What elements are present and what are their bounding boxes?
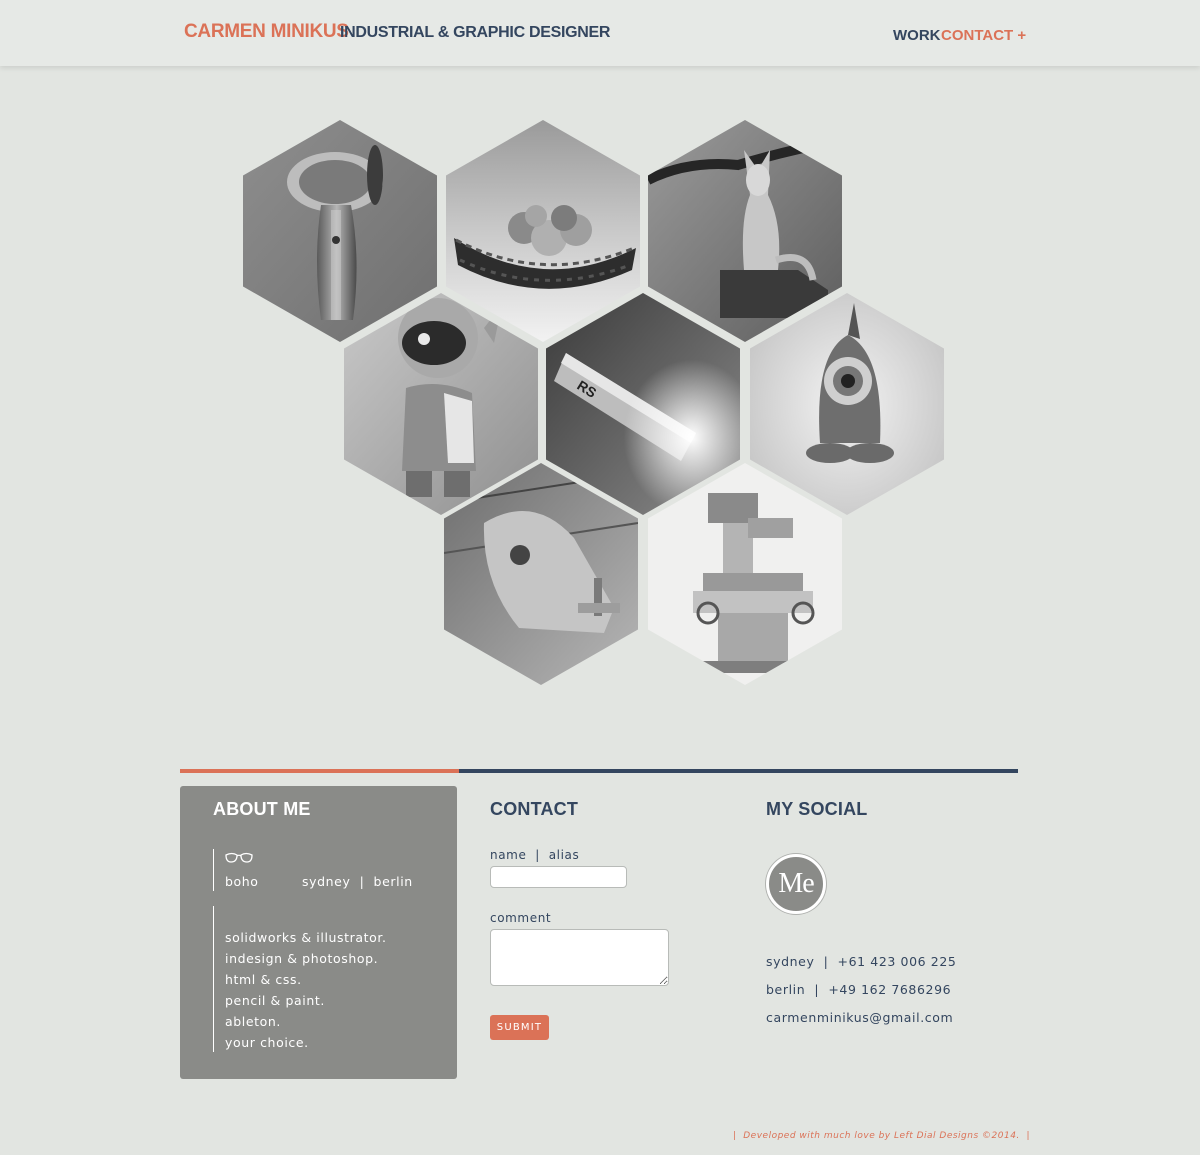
- fruit-bowl-image: [446, 120, 640, 342]
- nav-contact-link[interactable]: CONTACT +: [941, 27, 1026, 44]
- name-label: name | alias: [490, 848, 580, 862]
- sydney-phone: sydney | +61 423 006 225: [766, 954, 957, 969]
- skill-item: solidworks & illustrator.: [225, 930, 387, 945]
- about-panel: ABOUT ME boho sydney | berlin solidworks…: [180, 786, 457, 1079]
- portfolio-item-cyclops-figure[interactable]: [750, 293, 944, 515]
- hand-dryer-image: [243, 120, 437, 342]
- footer-credit: | Developed with much love by Left Dial …: [733, 1131, 1031, 1141]
- about-rule-top: [213, 849, 214, 891]
- comment-label: comment: [490, 911, 552, 925]
- email-link[interactable]: carmenminikus@gmail.com: [766, 1010, 953, 1025]
- divider-accent: [180, 769, 459, 773]
- submit-button[interactable]: SUBMIT: [490, 1015, 549, 1040]
- skill-item: indesign & photoshop.: [225, 951, 379, 966]
- flashlight-image: RS: [546, 293, 740, 515]
- skill-item: your choice.: [225, 1035, 309, 1050]
- contact-title: CONTACT: [490, 799, 579, 819]
- site-tagline: INDUSTRIAL & GRAPHIC DESIGNER: [340, 24, 611, 41]
- berlin-phone: berlin | +49 162 7686296: [766, 982, 952, 997]
- social-title: MY SOCIAL: [766, 799, 868, 819]
- milling-machine-image: [648, 463, 842, 685]
- site-name[interactable]: CARMEN MINIKUS: [184, 21, 349, 43]
- portfolio-item-milling-machine[interactable]: [648, 463, 842, 685]
- portfolio-item-cat-figurine[interactable]: [648, 120, 842, 342]
- skills-list: solidworks & illustrator. indesign & pho…: [225, 930, 387, 1056]
- me-avatar-icon[interactable]: Me: [766, 854, 826, 914]
- about-style: boho: [225, 874, 259, 889]
- portfolio-item-flashlight[interactable]: RS: [546, 293, 740, 515]
- name-input[interactable]: [490, 866, 627, 888]
- me-avatar-label: Me: [778, 868, 814, 899]
- site-header: CARMEN MINIKUS INDUSTRIAL & GRAPHIC DESI…: [0, 0, 1200, 66]
- divider-primary: [459, 769, 1018, 773]
- cat-figurine-image: [648, 120, 842, 342]
- about-title: ABOUT ME: [213, 799, 311, 819]
- skill-item: ableton.: [225, 1014, 282, 1029]
- about-rule-skills: [213, 906, 214, 1052]
- nav-work-link[interactable]: WORK: [893, 27, 941, 44]
- about-locations: sydney | berlin: [302, 874, 413, 889]
- glasses-icon: [225, 852, 253, 863]
- skill-item: pencil & paint.: [225, 993, 325, 1008]
- portfolio-item-fruit-bowl[interactable]: [446, 120, 640, 342]
- portfolio-item-hand-dryer[interactable]: [243, 120, 437, 342]
- skill-item: html & css.: [225, 972, 302, 987]
- cyclops-figure-image: [750, 293, 944, 515]
- comment-input[interactable]: [490, 929, 669, 986]
